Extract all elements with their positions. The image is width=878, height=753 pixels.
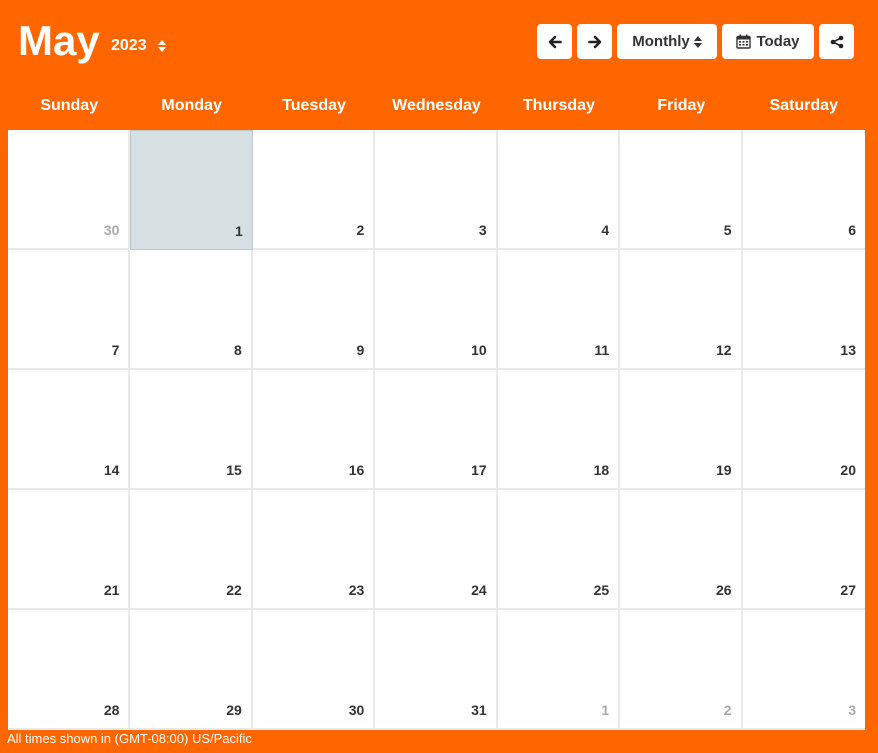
- day-number: 25: [593, 582, 610, 598]
- day-number: 27: [840, 582, 856, 598]
- next-month-button[interactable]: [577, 24, 612, 59]
- day-cell[interactable]: 15: [130, 370, 253, 490]
- day-cell[interactable]: 3: [375, 130, 498, 250]
- day-cell[interactable]: 3: [742, 610, 865, 730]
- day-cell[interactable]: 27: [742, 490, 865, 610]
- day-number: 19: [715, 462, 732, 478]
- calendar-icon: [736, 34, 752, 49]
- month-title: May: [18, 17, 100, 64]
- share-button[interactable]: [819, 24, 854, 59]
- view-select-label: Monthly: [632, 33, 690, 50]
- day-number: 31: [471, 702, 487, 718]
- today-label: Today: [756, 33, 800, 50]
- day-cell[interactable]: 30: [252, 610, 376, 730]
- sort-arrows-icon: [157, 40, 166, 52]
- day-number: 3: [848, 702, 856, 718]
- day-number: 21: [103, 582, 120, 598]
- day-number: 22: [226, 582, 242, 598]
- day-cell[interactable]: 4: [497, 130, 621, 250]
- sort-arrows-icon: [693, 35, 702, 48]
- day-cell[interactable]: 20: [742, 370, 865, 490]
- weekday-thursday: Thursday: [522, 97, 595, 114]
- day-cell[interactable]: 28: [8, 610, 131, 730]
- day-number: 29: [226, 702, 242, 718]
- view-select-button[interactable]: Monthly: [617, 24, 717, 59]
- timezone-note: All times shown in (GMT-08:00) US/Pacifi…: [7, 731, 252, 746]
- day-number: 2: [723, 702, 732, 718]
- calendar-header: May 2023 Monthly Today: [0, 0, 878, 82]
- day-number: 1: [601, 702, 610, 718]
- previous-month-button[interactable]: [537, 24, 572, 59]
- day-cell[interactable]: 23: [252, 490, 376, 610]
- day-cell[interactable]: 22: [130, 490, 253, 610]
- day-cell[interactable]: 5: [620, 130, 743, 250]
- day-number: 6: [848, 222, 856, 238]
- day-cell[interactable]: 24: [375, 490, 498, 610]
- day-number: 10: [471, 342, 487, 358]
- share-icon: [830, 35, 843, 48]
- arrow-right-icon: [587, 35, 601, 48]
- weekday-wednesday: Wednesday: [392, 97, 481, 114]
- day-cell[interactable]: 19: [620, 370, 743, 490]
- day-number: 2: [356, 222, 365, 238]
- calendar-grid: 30 1 2 3 4 5 6 7 8 9 10 11 12 13 14 15 16 17 18 19 20 21 22 23 2…: [8, 130, 865, 730]
- day-number: 9: [356, 342, 365, 358]
- day-cell[interactable]: 12: [620, 250, 743, 370]
- day-cell[interactable]: 30: [8, 130, 131, 250]
- day-number: 7: [111, 342, 120, 358]
- day-cell[interactable]: 7: [8, 250, 131, 370]
- day-number: 24: [471, 582, 487, 598]
- day-number: 26: [715, 582, 732, 598]
- day-number: 18: [593, 462, 610, 478]
- day-cell[interactable]: 17: [375, 370, 498, 490]
- day-cell[interactable]: 14: [8, 370, 131, 490]
- day-number: 4: [601, 222, 610, 238]
- day-number: 14: [103, 462, 120, 478]
- day-number: 20: [840, 462, 856, 478]
- weekday-tuesday: Tuesday: [282, 97, 346, 114]
- day-number: 1: [235, 223, 243, 239]
- weekday-sunday: Sunday: [40, 97, 99, 114]
- day-cell[interactable]: 11: [497, 250, 621, 370]
- today-button[interactable]: Today: [722, 24, 814, 59]
- day-number: 11: [594, 342, 610, 358]
- day-cell[interactable]: 13: [742, 250, 865, 370]
- day-number: 5: [723, 222, 732, 238]
- day-number: 15: [226, 462, 242, 478]
- day-cell[interactable]: 2: [620, 610, 743, 730]
- weekday-saturday: Saturday: [769, 97, 838, 114]
- year-selector[interactable]: 2023: [111, 37, 166, 55]
- day-cell[interactable]: 29: [130, 610, 253, 730]
- day-number: 16: [348, 462, 365, 478]
- day-cell[interactable]: 25: [497, 490, 621, 610]
- day-cell[interactable]: 18: [497, 370, 621, 490]
- day-number: 17: [471, 462, 487, 478]
- arrow-left-icon: [548, 35, 562, 48]
- day-cell[interactable]: 26: [620, 490, 743, 610]
- day-number: 30: [103, 222, 120, 238]
- day-number: 23: [348, 582, 365, 598]
- day-cell[interactable]: 21: [8, 490, 131, 610]
- day-cell[interactable]: 16: [252, 370, 376, 490]
- day-cell[interactable]: 9: [252, 250, 376, 370]
- day-number: 8: [234, 342, 242, 358]
- day-cell[interactable]: 31: [375, 610, 498, 730]
- day-number: 30: [348, 702, 365, 718]
- weekday-header-row: Sunday Monday Tuesday Wednesday Thursday…: [8, 82, 865, 130]
- day-number: 3: [478, 222, 487, 238]
- day-cell[interactable]: 6: [742, 130, 865, 250]
- day-number: 13: [840, 342, 856, 358]
- day-cell[interactable]: 8: [130, 250, 253, 370]
- day-number: 12: [715, 342, 732, 358]
- year-label: 2023: [111, 37, 147, 54]
- day-cell-today[interactable]: 1: [130, 130, 253, 250]
- day-cell[interactable]: 10: [375, 250, 498, 370]
- day-cell[interactable]: 2: [252, 130, 376, 250]
- weekday-friday: Friday: [657, 97, 706, 114]
- day-number: 28: [103, 702, 120, 718]
- weekday-monday: Monday: [161, 97, 222, 114]
- day-cell[interactable]: 1: [497, 610, 621, 730]
